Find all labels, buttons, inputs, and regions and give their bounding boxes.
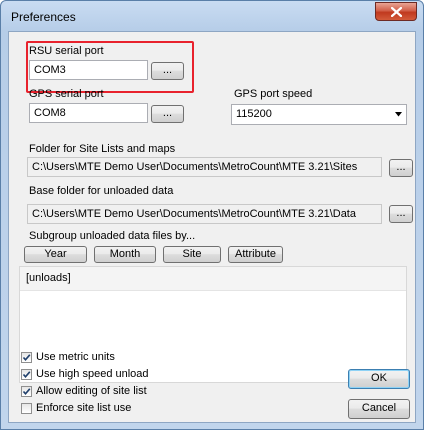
subgroup-site-button[interactable]: Site — [163, 246, 221, 263]
metric-units-checkbox[interactable]: Use metric units — [21, 350, 115, 364]
preferences-window: Preferences RSU serial port COM3 ... GPS… — [0, 0, 424, 430]
checkmark-icon — [22, 370, 31, 378]
gps-port-label: GPS serial port — [29, 88, 104, 100]
enforce-site-list-label: Enforce site list use — [36, 402, 132, 414]
gps-speed-select[interactable]: 115200 — [231, 104, 407, 125]
data-folder-label: Base folder for unloaded data — [29, 185, 174, 197]
title-bar[interactable]: Preferences — [1, 1, 423, 31]
site-folder-label: Folder for Site Lists and maps — [29, 143, 176, 155]
close-icon — [391, 7, 402, 17]
window-title: Preferences — [11, 10, 76, 24]
site-folder-path[interactable]: C:\Users\MTE Demo User\Documents\MetroCo… — [27, 157, 382, 177]
subgroup-label: Subgroup unloaded data files by... — [29, 230, 196, 242]
high-speed-unload-checkbox[interactable]: Use high speed unload — [21, 367, 149, 381]
subgroup-pattern-text: [unloads] — [20, 267, 406, 291]
data-folder-path[interactable]: C:\Users\MTE Demo User\Documents\MetroCo… — [27, 204, 382, 224]
ok-button[interactable]: OK — [348, 369, 410, 389]
close-button[interactable] — [375, 2, 417, 21]
checkmark-icon — [22, 387, 31, 395]
rsu-port-input[interactable]: COM3 — [29, 60, 148, 80]
subgroup-month-button[interactable]: Month — [94, 246, 156, 263]
gps-browse-button[interactable]: ... — [151, 105, 184, 123]
cancel-button[interactable]: Cancel — [348, 399, 410, 419]
gps-speed-label: GPS port speed — [234, 88, 313, 100]
rsu-port-label: RSU serial port — [29, 45, 104, 57]
data-folder-browse-button[interactable]: ... — [389, 205, 413, 223]
checkbox-box — [21, 351, 32, 363]
high-speed-unload-label: Use high speed unload — [36, 368, 149, 380]
enforce-site-list-checkbox[interactable]: Enforce site list use — [21, 401, 131, 415]
gps-port-input[interactable]: COM8 — [29, 103, 148, 123]
checkbox-box — [21, 402, 32, 414]
subgroup-attribute-button[interactable]: Attribute — [228, 246, 283, 263]
subgroup-pattern-box[interactable]: [unloads] — [19, 266, 407, 383]
checkbox-box — [21, 368, 32, 380]
site-folder-browse-button[interactable]: ... — [389, 159, 413, 177]
checkmark-icon — [22, 353, 31, 361]
allow-editing-label: Allow editing of site list — [36, 385, 147, 397]
subgroup-year-button[interactable]: Year — [24, 246, 87, 263]
chevron-down-icon — [395, 112, 402, 117]
allow-editing-checkbox[interactable]: Allow editing of site list — [21, 384, 147, 398]
dialog-body: RSU serial port COM3 ... GPS serial port… — [8, 31, 416, 423]
metric-units-label: Use metric units — [36, 351, 115, 363]
checkbox-box — [21, 385, 32, 397]
rsu-browse-button[interactable]: ... — [151, 62, 184, 80]
gps-speed-value: 115200 — [236, 108, 272, 120]
